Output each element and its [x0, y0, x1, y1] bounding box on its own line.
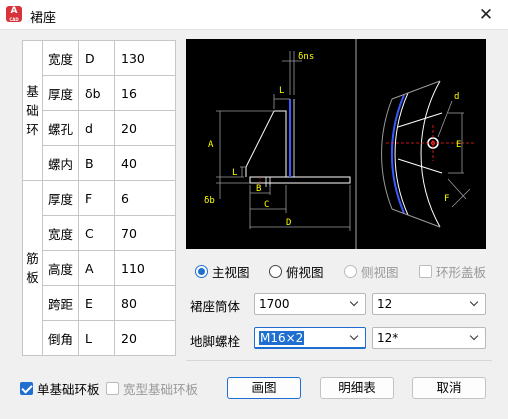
table-row: 厚度 δb 16 [23, 75, 176, 111]
dim-label-B: B [256, 184, 261, 194]
cancel-button[interactable]: 取消 [412, 377, 486, 399]
bolt-spec-select[interactable]: M16×2 [254, 327, 366, 349]
dim-label-dns: δns [298, 52, 314, 62]
param-symbol: E [78, 285, 115, 321]
dim-label-D: D [286, 218, 291, 228]
param-symbol: B [78, 145, 115, 181]
table-row: 筋板 厚度 F 6 [22, 180, 176, 356]
radio-button-icon[interactable] [195, 264, 208, 278]
drawing-canvas: δns L A L δb B C D d E F [204, 39, 476, 249]
param-symbol: A [78, 250, 115, 286]
radio-button-icon [344, 264, 357, 278]
param-name: 宽度 [42, 40, 79, 76]
dim-label-L-top: L [279, 86, 284, 96]
param-name: 螺内 [42, 145, 79, 181]
checkbox-icon [419, 264, 432, 278]
param-symbol: δb [78, 75, 115, 111]
table-row: 倒角 L 20 [23, 320, 176, 356]
param-value[interactable]: 40 [114, 145, 176, 181]
draw-button[interactable]: 画图 [227, 377, 301, 399]
radio-top-view[interactable]: 俯视图 [269, 262, 324, 280]
table-row: 高度 A 110 [23, 250, 176, 286]
checkbox-wide-base-ring: 宽型基础环板 [106, 380, 198, 397]
skirt-thickness-select[interactable]: 12 [372, 293, 486, 315]
bolt-count-select[interactable]: 12* [372, 327, 486, 349]
chevron-down-icon[interactable] [349, 294, 361, 314]
param-name: 螺孔 [42, 110, 79, 146]
param-name: 厚度 [42, 180, 79, 216]
dim-label-L-left: L [232, 168, 237, 178]
dim-label-C: C [264, 200, 269, 210]
checkbox-icon[interactable] [20, 381, 33, 395]
divider [186, 360, 492, 361]
param-symbol: F [78, 180, 115, 216]
dialog-body: 基础环 宽度 D 130 厚度 δb 16 螺孔 d 20 螺内 B 40 筋板… [0, 30, 508, 419]
param-value[interactable]: 20 [114, 320, 176, 356]
parameter-table: 基础环 宽度 D 130 厚度 δb 16 螺孔 d 20 螺内 B 40 筋板… [22, 40, 176, 356]
drawing-preview: δns L A L δb B C D d E F [186, 39, 486, 249]
param-name: 宽度 [42, 215, 79, 251]
title-bar: A CAD 裙座 ✕ [0, 0, 508, 30]
dim-label-E: E [456, 140, 461, 150]
chevron-down-icon[interactable] [469, 294, 481, 314]
param-symbol: L [78, 320, 115, 356]
param-symbol: C [78, 215, 115, 251]
app-icon: A CAD [6, 6, 22, 22]
param-name: 跨距 [42, 285, 79, 321]
param-symbol: d [78, 110, 115, 146]
bolt-label: 地脚螺栓 [190, 334, 241, 349]
group-label-base-ring: 基础环 [22, 40, 43, 181]
radio-button-icon[interactable] [269, 264, 282, 278]
checkbox-ring-cover: 环形盖板 [419, 262, 486, 280]
detail-table-button[interactable]: 明细表 [320, 377, 394, 399]
group-label-rib: 筋板 [22, 180, 43, 356]
checkbox-single-base-ring[interactable]: 单基础环板 [20, 380, 100, 397]
param-name: 倒角 [42, 320, 79, 356]
window-title: 裙座 [30, 11, 57, 26]
radio-side-view: 侧视图 [344, 262, 399, 280]
table-row: 螺孔 d 20 [23, 110, 176, 146]
param-name: 厚度 [42, 75, 79, 111]
skirt-label: 裙座筒体 [190, 299, 241, 314]
table-row: 宽度 C 70 [23, 215, 176, 251]
close-icon[interactable]: ✕ [476, 5, 496, 25]
radio-main-view[interactable]: 主视图 [195, 262, 250, 280]
param-value[interactable]: 6 [114, 180, 176, 216]
table-row: 跨距 E 80 [23, 285, 176, 321]
skirt-diameter-select[interactable]: 1700 [254, 293, 366, 315]
param-name: 高度 [42, 250, 79, 286]
dim-label-A: A [208, 140, 214, 150]
param-value[interactable]: 110 [114, 250, 176, 286]
dim-label-d: d [454, 92, 459, 102]
param-value[interactable]: 130 [114, 40, 176, 76]
chevron-down-icon[interactable] [469, 328, 481, 348]
dim-label-db: δb [204, 196, 215, 206]
table-row: 螺内 B 40 [23, 145, 176, 181]
chevron-down-icon[interactable] [349, 328, 361, 348]
dim-label-F: F [444, 194, 449, 204]
checkbox-icon [106, 381, 119, 395]
param-value[interactable]: 16 [114, 75, 176, 111]
param-value[interactable]: 20 [114, 110, 176, 146]
param-symbol: D [78, 40, 115, 76]
param-value[interactable]: 70 [114, 215, 176, 251]
table-row: 基础环 宽度 D 130 [22, 40, 176, 181]
param-value[interactable]: 80 [114, 285, 176, 321]
